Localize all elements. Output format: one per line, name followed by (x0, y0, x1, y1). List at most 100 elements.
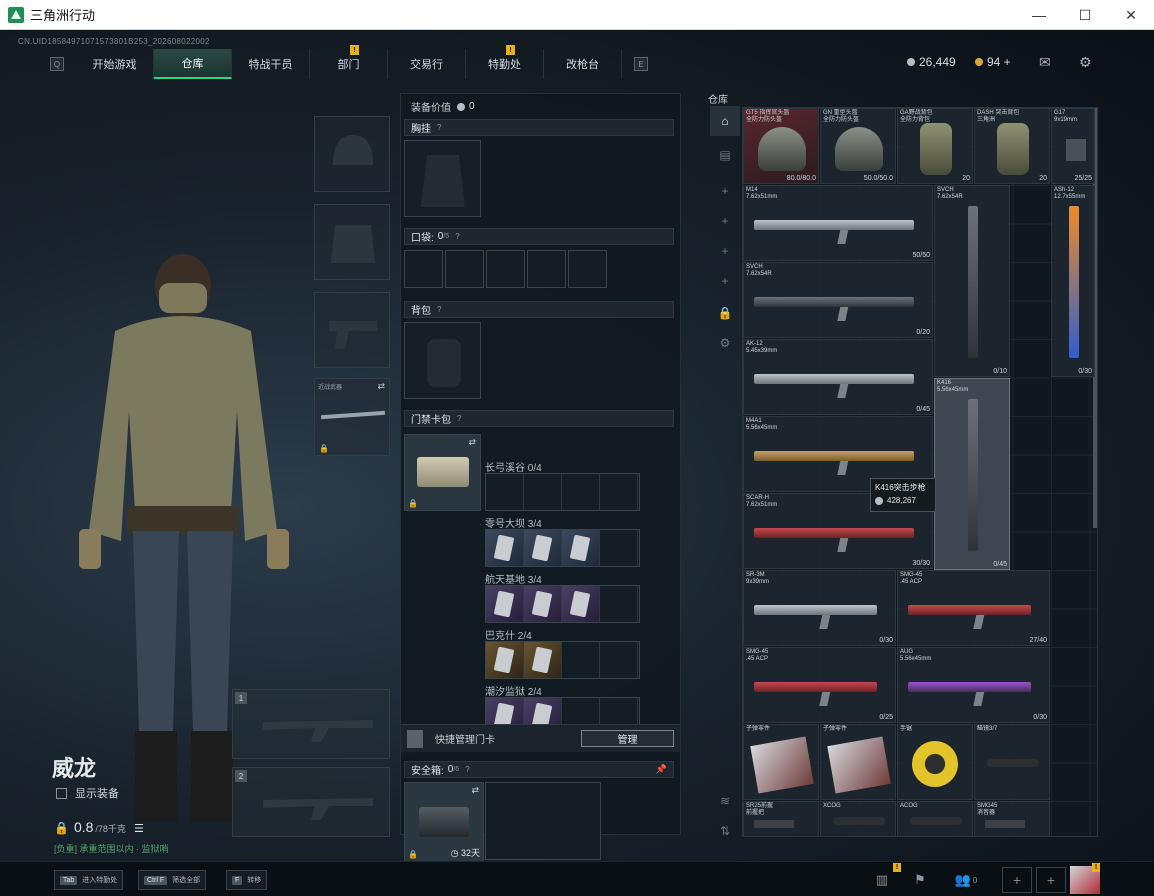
warehouse-item[interactable]: GA野战背包 全防力背包 20 (897, 108, 973, 184)
close-button[interactable]: ✕ (1108, 0, 1154, 30)
maximize-button[interactable]: ☐ (1062, 0, 1108, 30)
keycard-item[interactable] (562, 586, 600, 622)
flag-icon[interactable]: ⚑ (906, 869, 934, 891)
filter-all-hint[interactable]: Ctrl F 筛选全部 (138, 870, 207, 890)
lock-icon[interactable]: 🔒 (710, 298, 740, 328)
show-gear-toggle[interactable]: 显示装备 (56, 785, 119, 801)
friends-icon[interactable]: 👥 0 (952, 869, 980, 891)
keycard-item[interactable] (562, 530, 600, 566)
keycard-row-grid[interactable] (485, 473, 640, 511)
keycard-empty-slot[interactable] (600, 474, 638, 510)
keycard-item[interactable] (486, 642, 524, 678)
keycard-item[interactable] (524, 586, 562, 622)
pocket-cell[interactable] (486, 250, 525, 288)
keycard-empty-slot[interactable] (486, 474, 524, 510)
safe-box-grid[interactable] (485, 782, 601, 860)
safe-box-slot[interactable]: ⇄ 🔒 ◷ 32天 (404, 782, 484, 862)
help-icon[interactable]: ? (437, 123, 441, 132)
keycard-empty-slot[interactable] (524, 474, 562, 510)
gold-currency[interactable]: 94 + (975, 55, 1011, 69)
tab-0[interactable]: 开始游戏 (76, 49, 154, 79)
invite-slot-button[interactable]: + (1002, 867, 1032, 893)
keycard-bag-slot[interactable]: ⇄ 🔒 (404, 434, 481, 511)
hotkey-e[interactable]: E (634, 57, 648, 71)
add-tab-icon[interactable]: + (710, 206, 740, 236)
sort-icon[interactable]: ⇅ (710, 816, 740, 846)
warehouse-item[interactable]: SR25前握 前握把 (743, 801, 819, 836)
warehouse-main-tab[interactable]: ⌂ (710, 106, 740, 136)
mail-icon[interactable]: ✉ (1039, 54, 1051, 71)
warehouse-tab-2[interactable]: ▤ (710, 140, 740, 170)
show-gear-checkbox[interactable] (56, 787, 67, 799)
tab-5[interactable]: 特勤处! (466, 45, 544, 79)
armor-slot[interactable] (314, 204, 390, 280)
keycard-item[interactable] (486, 586, 524, 622)
warehouse-item[interactable]: DASH 突击背包 三角洲 20 (974, 108, 1050, 184)
warehouse-item[interactable]: 瞄镜3/7 (974, 724, 1050, 800)
stats-icon[interactable]: ▥ (868, 869, 896, 891)
warehouse-item[interactable]: M14 7.62x51mm 50/50 (743, 185, 933, 261)
keycard-empty-slot[interactable] (562, 642, 600, 678)
helmet-slot[interactable] (314, 116, 390, 192)
keycard-row-grid[interactable] (485, 585, 640, 623)
warehouse-item[interactable]: SVCH 7.62x54R 0/10 (934, 185, 1010, 377)
add-tab-icon[interactable]: + (710, 266, 740, 296)
warehouse-item[interactable]: ACOG (897, 801, 973, 836)
keycard-empty-slot[interactable] (600, 642, 638, 678)
warehouse-item[interactable]: SR-3M 9x39mm 0/30 (743, 570, 896, 646)
settings-icon[interactable]: ⚙ (710, 328, 740, 358)
warehouse-item[interactable]: ASh-12 12.7x55mm 0/30 (1051, 185, 1095, 377)
pocket-cell[interactable] (445, 250, 484, 288)
warehouse-grid[interactable]: GT5 指挥官头盔 全防力防头盔 80.0/80.0 GN 重型头盔 全防力防头盔 5… (742, 107, 1098, 837)
invite-slot-button[interactable]: + (1036, 867, 1066, 893)
minimize-button[interactable]: — (1016, 0, 1062, 30)
keycard-item[interactable] (486, 530, 524, 566)
keycard-row-grid[interactable] (485, 641, 640, 679)
warehouse-item[interactable]: AUG 5.56x45mm 0/30 (897, 647, 1050, 723)
pin-icon[interactable]: 📌 (656, 764, 667, 775)
warehouse-item[interactable]: GT5 指挥官头盔 全防力防头盔 80.0/80.0 (743, 108, 819, 184)
add-tab-icon[interactable]: + (710, 236, 740, 266)
warehouse-item[interactable]: SMG-45 .45 ACP 27/40 (897, 570, 1050, 646)
manage-button[interactable]: 管理 (581, 730, 674, 747)
enter-special-ops-hint[interactable]: Tab 进入特勤处 (54, 870, 124, 890)
help-icon[interactable]: ? (437, 305, 441, 314)
warehouse-item[interactable]: G17 9x19mm 25/25 (1051, 108, 1095, 184)
pocket-cell[interactable] (527, 250, 566, 288)
warehouse-item[interactable]: K416 5.56x45mm 0/45 (934, 378, 1010, 570)
swap-icon[interactable]: ⇄ (471, 785, 479, 796)
warehouse-item[interactable]: SMG45 消音器 (974, 801, 1050, 836)
tab-4[interactable]: 交易行 (388, 49, 466, 79)
help-icon[interactable]: ? (465, 765, 469, 774)
keycard-empty-slot[interactable] (600, 586, 638, 622)
tab-3[interactable]: 部门! (310, 45, 388, 79)
swap-icon[interactable]: ⇄ (468, 437, 476, 448)
pocket-cell[interactable] (568, 250, 607, 288)
warehouse-item[interactable]: GN 重型头盔 全防力防头盔 50.0/50.0 (820, 108, 896, 184)
help-icon[interactable]: ? (457, 414, 461, 423)
keycard-empty-slot[interactable] (600, 530, 638, 566)
pocket-cell[interactable] (404, 250, 443, 288)
warehouse-item[interactable]: 子弹零件 (820, 724, 896, 800)
keycard-empty-slot[interactable] (562, 474, 600, 510)
primary-weapon-slot[interactable]: 1 (232, 689, 390, 759)
keycard-row-grid[interactable] (485, 529, 640, 567)
keycard-item[interactable] (524, 530, 562, 566)
chest-rig-slot[interactable] (404, 140, 481, 217)
warehouse-item[interactable]: 子弹零件 (743, 724, 819, 800)
transfer-hint[interactable]: F 转移 (226, 870, 268, 890)
tab-1[interactable]: 仓库 (154, 49, 232, 79)
keycard-item[interactable] (524, 642, 562, 678)
melee-slot[interactable]: 近战武器 ⇄ 🔒 (314, 378, 390, 456)
warehouse-item[interactable]: 手锯 (897, 724, 973, 800)
pistol-slot[interactable] (314, 292, 390, 368)
warehouse-item[interactable]: AK-12 5.45x39mm 0/45 (743, 339, 933, 415)
layers-icon[interactable]: ≋ (710, 786, 740, 816)
warehouse-item[interactable]: SMG-45 .45 ACP 0/25 (743, 647, 896, 723)
swap-icon[interactable]: ⇄ (377, 381, 385, 392)
hotkey-q[interactable]: Q (50, 57, 64, 71)
list-icon[interactable]: ☰ (134, 822, 144, 835)
add-tab-icon[interactable]: + (710, 176, 740, 206)
tab-6[interactable]: 改枪台 (544, 49, 622, 79)
warehouse-item[interactable]: SVCH 7.62x54R 0/20 (743, 262, 933, 338)
